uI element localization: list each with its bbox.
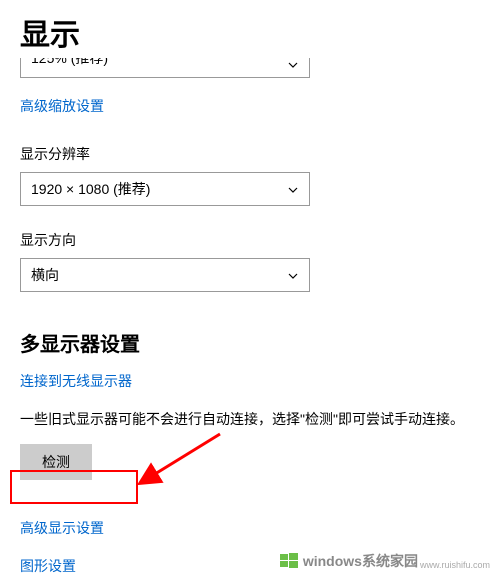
scaling-value: 125% (推荐): [31, 58, 287, 68]
advanced-display-settings-link[interactable]: 高级显示设置: [20, 518, 104, 538]
watermark: windows系统家园 www.ruishifu.com: [279, 551, 490, 571]
orientation-label: 显示方向: [20, 230, 480, 250]
page-title: 显示: [20, 10, 480, 54]
watermark-sub: www.ruishifu.com: [420, 560, 490, 570]
orientation-dropdown[interactable]: 横向: [20, 258, 310, 292]
advanced-scaling-link[interactable]: 高级缩放设置: [20, 96, 104, 116]
multidisplay-heading: 多显示器设置: [20, 328, 480, 357]
windows-logo-icon: [279, 551, 299, 571]
chevron-down-icon: [287, 183, 299, 195]
resolution-value: 1920 × 1080 (推荐): [31, 179, 287, 199]
resolution-dropdown[interactable]: 1920 × 1080 (推荐): [20, 172, 310, 206]
scaling-dropdown[interactable]: 125% (推荐): [20, 58, 310, 78]
chevron-down-icon: [287, 269, 299, 281]
graphics-settings-link[interactable]: 图形设置: [20, 556, 76, 576]
resolution-label: 显示分辨率: [20, 144, 480, 164]
legacy-display-text: 一些旧式显示器可能不会进行自动连接，选择"检测"即可尝试手动连接。: [20, 409, 480, 430]
watermark-main: windows系统家园: [303, 551, 418, 571]
orientation-value: 横向: [31, 265, 287, 285]
chevron-down-icon: [287, 58, 299, 70]
wireless-display-link[interactable]: 连接到无线显示器: [20, 371, 132, 391]
detect-button[interactable]: 检测: [20, 444, 92, 480]
